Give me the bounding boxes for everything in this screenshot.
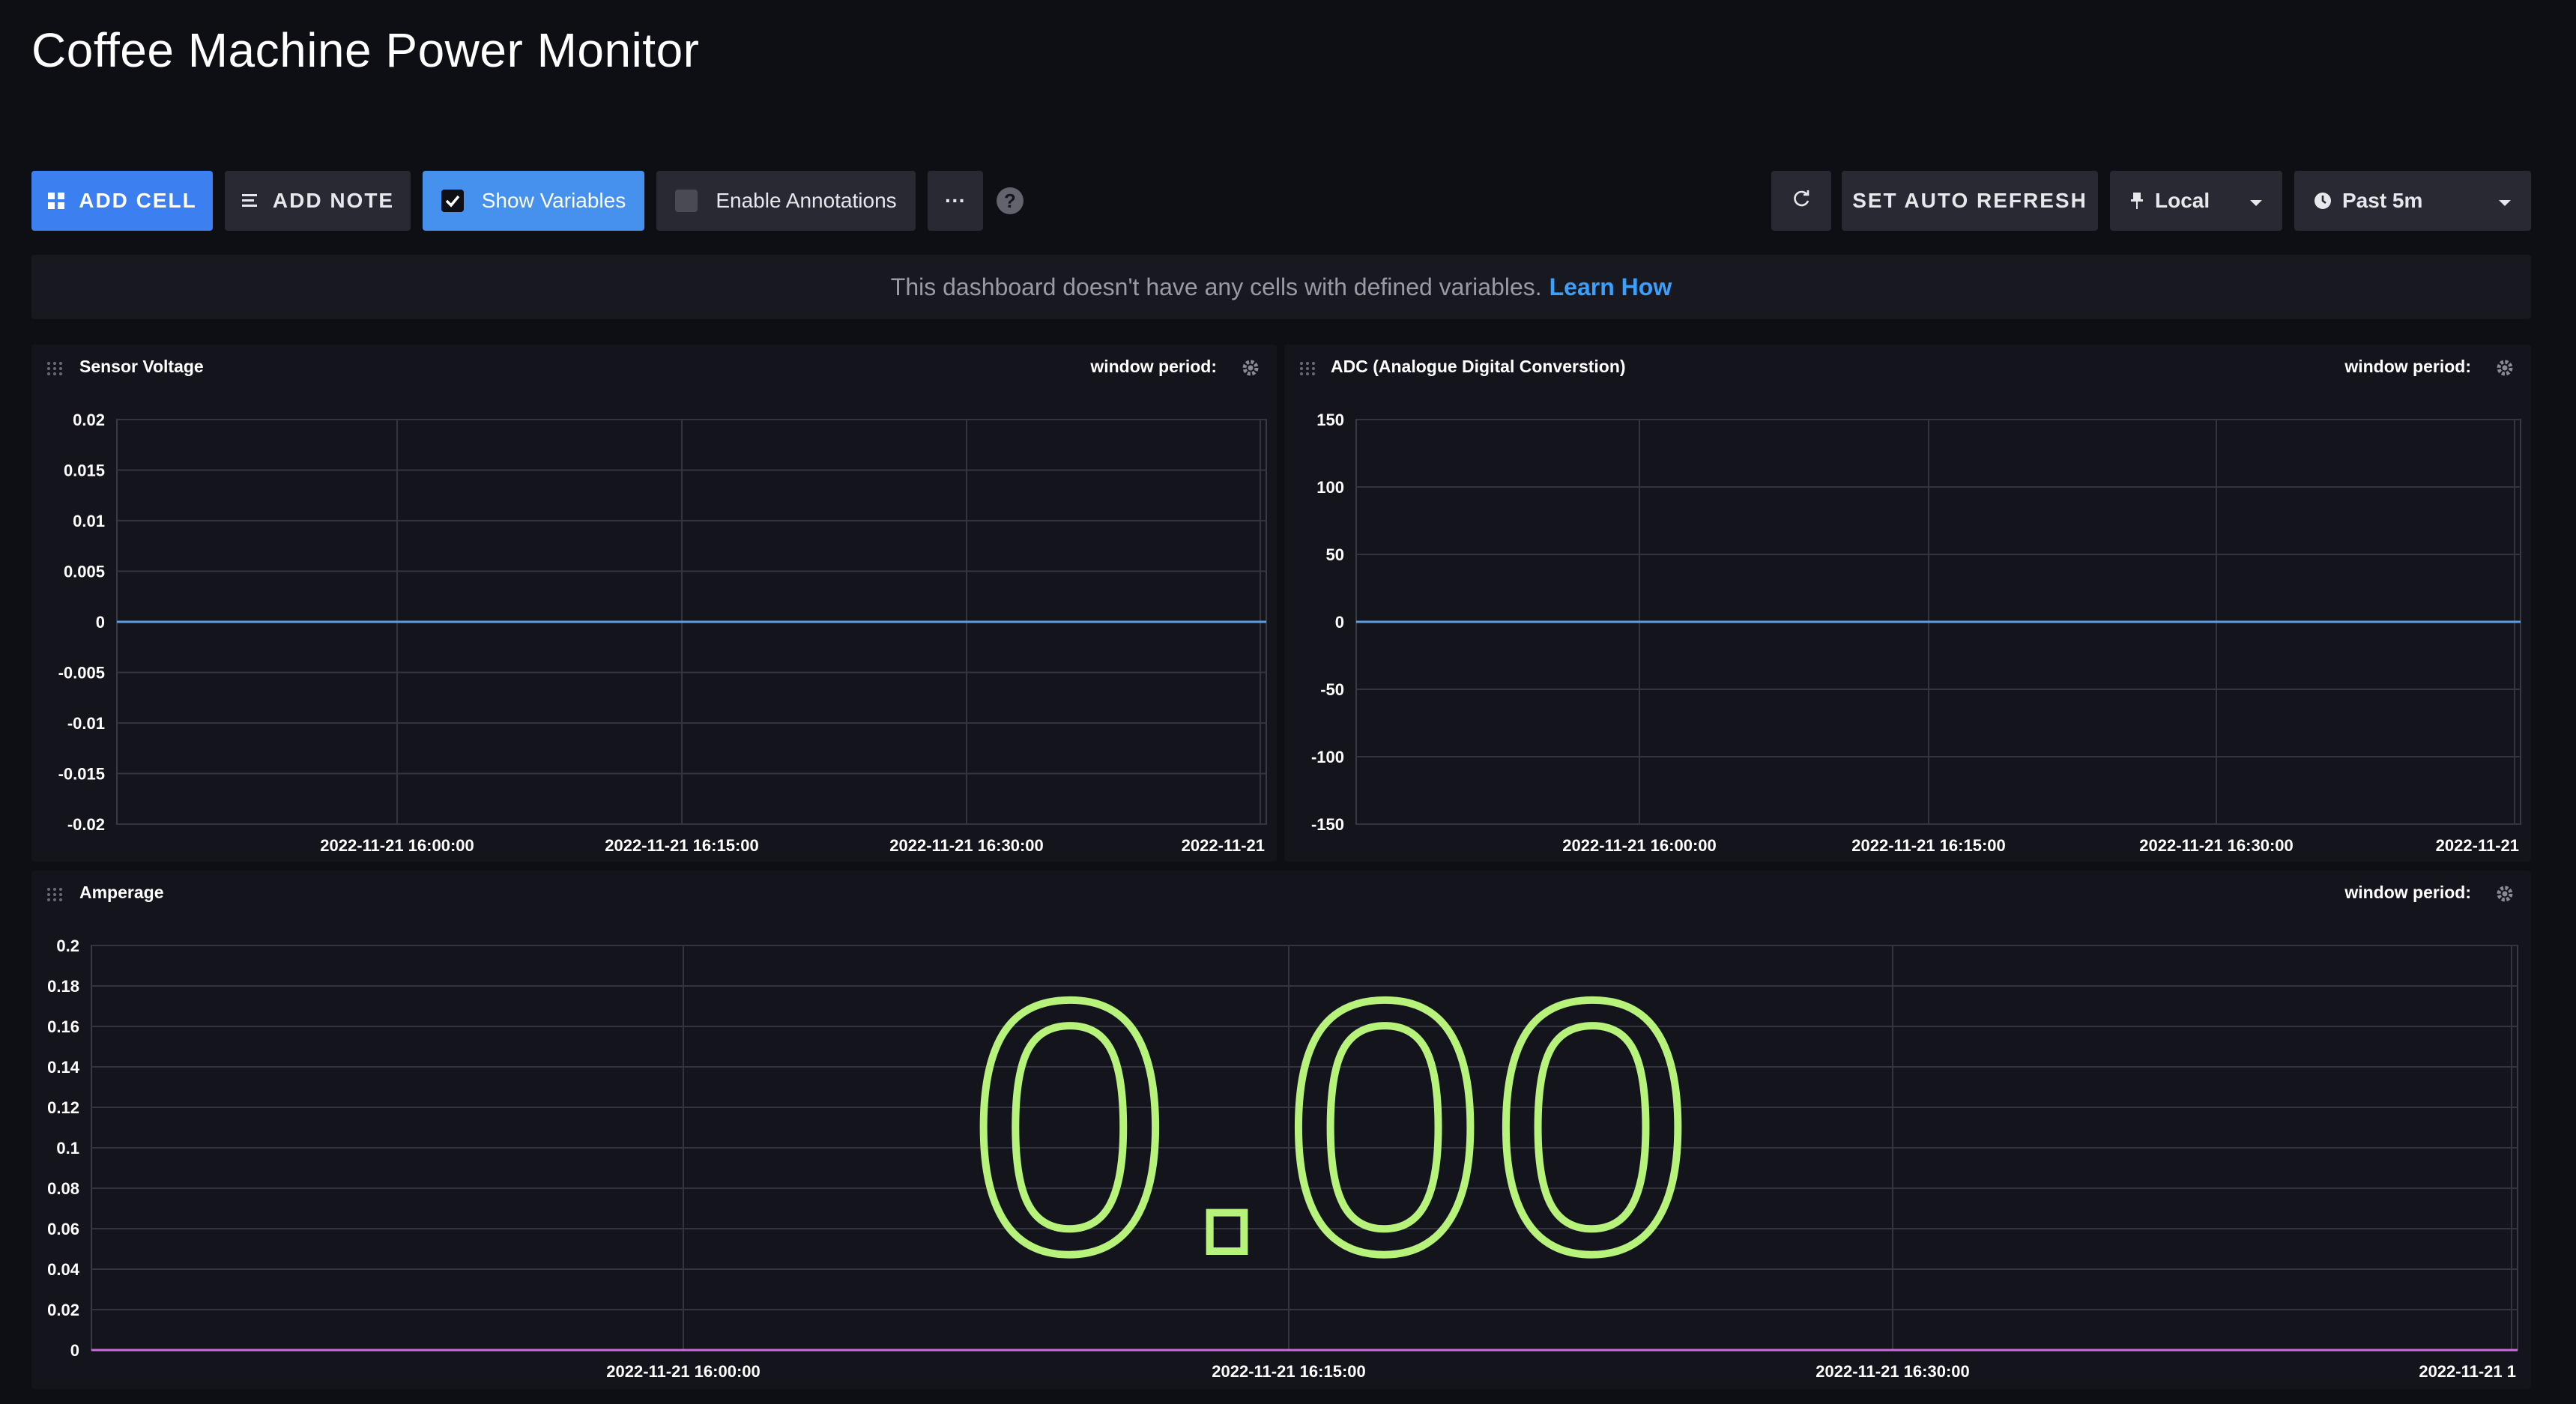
pin-icon [2129,191,2144,211]
cell-title: ADC (Analogue Digital Converstion) [1331,357,1626,376]
y-tick-label: 0.16 [47,1017,79,1036]
y-tick-label: 0.04 [47,1260,80,1279]
x-tick-label: 2022-11-21 16:15:00 [605,836,759,855]
y-tick-label: 150 [1316,411,1344,429]
x-tick-label: 2022-11-21 16:15:00 [1851,836,2006,855]
cell-title: Amperage [79,883,164,902]
dashboard-title: Coffee Machine Power Monitor [31,23,700,77]
x-tick-label: 2022-11-21 16:00:00 [606,1362,761,1381]
add-note-label: ADD NOTE [272,189,395,212]
variables-banner: This dashboard doesn't have any cells wi… [31,255,2531,319]
y-tick-label: -50 [1320,680,1344,699]
add-cell-button[interactable]: ADD CELL [31,171,213,231]
y-tick-label: 0 [96,613,105,632]
amperage-chart: 0.2 0.18 0.16 0.14 0.12 0.1 0.08 0.06 0.04 0.02 0 2… [47,922,2518,1381]
y-tick-label: 0 [1335,613,1344,632]
y-tick-label: 0.18 [47,977,79,996]
more-options-label: ··· [945,189,966,212]
y-tick-label: 0.01 [73,512,105,530]
x-tick-label: 2022-11-21 [1182,836,1265,855]
y-tick-label: 0.12 [47,1098,79,1117]
x-tick-label: 2022-11-21 16:30:00 [2139,836,2294,855]
gear-icon[interactable] [2495,358,2515,378]
sensor-voltage-chart: 0.02 0.015 0.01 0.005 0 -0.005 -0.01 -0.015 -0.0… [58,411,1267,855]
cell-title: Sensor Voltage [79,357,204,376]
show-variables-toggle[interactable]: Show Variables [423,171,644,231]
single-stat-value: 0.00 [970,925,1699,1328]
y-tick-label: 0.02 [47,1301,79,1319]
caret-down-icon [2498,189,2512,213]
y-tick-label: 0.02 [73,411,105,429]
x-tick-label: 2022-11-21 1 [2419,1362,2516,1381]
caret-down-icon [2249,189,2263,213]
learn-how-link[interactable]: Learn How [1549,273,1672,301]
x-tick-label: 2022-11-21 16:30:00 [889,836,1044,855]
x-tick-label: 2022-11-21 16:00:00 [320,836,474,855]
window-period-label: window period: [2344,357,2471,376]
enable-annotations-toggle[interactable]: Enable Annotations [656,171,916,231]
y-tick-label: 0.2 [56,936,79,955]
window-period-label: window period: [2344,883,2471,902]
drag-handle-icon[interactable] [46,361,63,376]
note-lines-icon [241,193,259,209]
y-tick-label: -100 [1311,748,1344,766]
y-tick-label: 0.1 [56,1139,79,1158]
y-tick-label: -0.015 [58,765,105,784]
x-tick-label: 2022-11-21 16:15:00 [1212,1362,1366,1381]
clock-icon [2314,192,2332,210]
y-tick-label: 0.08 [47,1179,79,1198]
enable-annotations-label: Enable Annotations [716,189,897,212]
time-range-label: Past 5m [2342,189,2423,212]
y-tick-label: 50 [1326,545,1344,564]
window-period-label: window period: [1090,357,1217,376]
refresh-icon [1791,188,1812,214]
auto-refresh-label: SET AUTO REFRESH [1852,189,2087,212]
drag-handle-icon[interactable] [46,887,63,902]
adc-chart: 150 100 50 0 -50 -100 -150 2022-11-21 16:00:00 2… [1311,411,2521,855]
cell-adc: ADC (Analogue Digital Converstion) windo… [1284,345,2531,862]
checkbox-checked-icon [441,190,464,212]
checkbox-unchecked-icon [675,190,698,212]
timezone-label: Local [2155,189,2210,212]
y-tick-label: 0.005 [64,563,105,581]
set-auto-refresh-button[interactable]: SET AUTO REFRESH [1842,171,2098,231]
x-tick-label: 2022-11-21 [2436,836,2519,855]
x-tick-label: 2022-11-21 16:30:00 [1815,1362,1970,1381]
time-range-dropdown[interactable]: Past 5m [2294,171,2531,231]
banner-text: This dashboard doesn't have any cells wi… [890,273,1542,300]
gear-icon[interactable] [2495,884,2515,904]
x-tick-label: 2022-11-21 16:00:00 [1562,836,1717,855]
y-tick-label: -150 [1311,815,1344,834]
y-tick-label: -0.01 [67,714,105,733]
cell-sensor-voltage: Sensor Voltage window period: 0.02 0.015 0… [31,345,1277,862]
y-tick-label: 0 [70,1341,79,1360]
grid-icon [47,192,65,210]
y-tick-label: -0.005 [58,664,105,683]
y-tick-label: 0.06 [47,1220,79,1238]
add-cell-label: ADD CELL [79,189,197,212]
gear-icon[interactable] [1241,358,1260,378]
y-tick-label: 0.015 [64,462,105,480]
drag-handle-icon[interactable] [1299,361,1316,376]
show-variables-label: Show Variables [481,189,626,212]
timezone-dropdown[interactable]: Local [2110,171,2282,231]
cell-amperage: Amperage window period: 0.2 0.18 0.16 0.14 0… [31,871,2531,1389]
help-icon[interactable]: ? [997,187,1024,214]
y-tick-label: 0.14 [47,1058,80,1077]
add-note-button[interactable]: ADD NOTE [225,171,411,231]
y-tick-label: -0.02 [67,815,105,834]
more-options-button[interactable]: ··· [928,171,983,231]
y-tick-label: 100 [1316,478,1344,497]
refresh-button[interactable] [1771,171,1831,231]
